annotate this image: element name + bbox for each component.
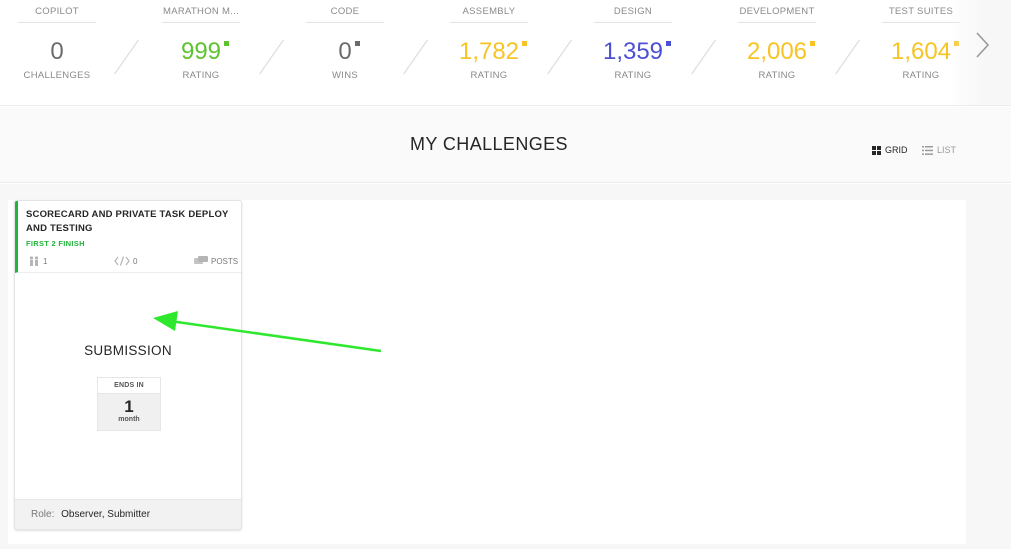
- card-footer: Role: Observer, Submitter: [15, 499, 241, 529]
- grid-view-label: GRID: [885, 145, 908, 155]
- ends-in-unit: month: [118, 416, 140, 423]
- posts-label: POSTS: [211, 256, 239, 266]
- ends-in-value: 1: [124, 397, 134, 416]
- stat-value: 1,782: [459, 38, 528, 66]
- chevron-right-icon: [976, 32, 990, 58]
- stat-title: COPILOT: [18, 0, 96, 23]
- stat-title: DESIGN: [594, 0, 672, 23]
- role-value: Observer, Submitter: [61, 509, 151, 520]
- stat-label: RATING: [614, 70, 652, 81]
- submissions-value: 0: [133, 256, 138, 266]
- stat-label: WINS: [331, 70, 358, 81]
- list-view-icon: [922, 145, 933, 155]
- role-label: Role:: [31, 509, 55, 520]
- stat-value: 1,604: [891, 38, 960, 66]
- divider: [835, 39, 860, 75]
- stat-title: MARATHON M...: [162, 0, 240, 23]
- page-header: MY CHALLENGES GRID LIST: [0, 107, 1011, 183]
- divider: [114, 39, 139, 75]
- stats-bar: COPILOT 0 CHALLENGES MARATHON M... 999 R…: [0, 0, 1011, 106]
- stat-title: CODE: [306, 0, 384, 23]
- grid-view-icon: [872, 145, 881, 155]
- rating-dot-icon: [522, 41, 528, 46]
- stat-copilot[interactable]: COPILOT 0 CHALLENGES: [18, 0, 96, 105]
- stat-assembly[interactable]: ASSEMBLY 1,782 RATING: [450, 0, 528, 105]
- page-title: MY CHALLENGES: [410, 134, 568, 154]
- stat-label: CHALLENGES: [23, 70, 91, 81]
- stat-label: RATING: [470, 70, 508, 81]
- divider: [403, 39, 428, 75]
- divider: [259, 39, 284, 75]
- stat-label: RATING: [758, 70, 796, 81]
- next-stats-button[interactable]: [973, 30, 991, 60]
- challenge-title[interactable]: SCORECARD AND PRIVATE TASK DEPLOY AND TE…: [26, 208, 236, 236]
- ends-in-label: ENDS IN: [98, 378, 160, 394]
- chat-bubbles-icon: [194, 256, 208, 264]
- registrants-value: 1: [43, 256, 48, 266]
- divider: [691, 39, 716, 75]
- challenge-track: FIRST 2 FINISH: [26, 239, 85, 248]
- submissions-count: 0: [114, 256, 137, 266]
- card-header: SCORECARD AND PRIVATE TASK DEPLOY AND TE…: [15, 201, 241, 273]
- rating-dot-icon: [224, 41, 230, 46]
- challenge-card[interactable]: SCORECARD AND PRIVATE TASK DEPLOY AND TE…: [14, 200, 242, 530]
- divider: [547, 39, 572, 75]
- stat-design[interactable]: DESIGN 1,359 RATING: [594, 0, 672, 105]
- registrants-count: 1: [28, 256, 47, 266]
- rating-dot-icon: [810, 41, 816, 46]
- stat-development[interactable]: DEVELOPMENT 2,006 RATING: [738, 0, 816, 105]
- stat-marathon[interactable]: MARATHON M... 999 RATING: [162, 0, 240, 105]
- deadline-box: ENDS IN 1 month: [97, 377, 161, 431]
- stat-value: 0: [338, 38, 360, 66]
- stat-value: 999: [181, 38, 230, 66]
- code-icon: [114, 256, 130, 266]
- stat-label: RATING: [182, 70, 220, 81]
- stat-value: 0: [50, 38, 64, 65]
- rating-dot-icon: [354, 41, 360, 46]
- stat-title: DEVELOPMENT: [738, 0, 816, 23]
- grid-view-button[interactable]: GRID: [872, 145, 908, 155]
- list-view-button[interactable]: LIST: [922, 145, 956, 155]
- users-icon: [29, 256, 39, 266]
- list-view-label: LIST: [937, 145, 957, 155]
- stat-code[interactable]: CODE 0 WINS: [306, 0, 384, 105]
- stat-value: 1,359: [603, 38, 672, 66]
- stat-title: ASSEMBLY: [450, 0, 528, 23]
- stat-value: 2,006: [747, 38, 816, 66]
- posts-link[interactable]: POSTS: [194, 256, 238, 266]
- challenge-phase: SUBMISSION: [84, 343, 172, 358]
- rating-dot-icon: [666, 41, 672, 46]
